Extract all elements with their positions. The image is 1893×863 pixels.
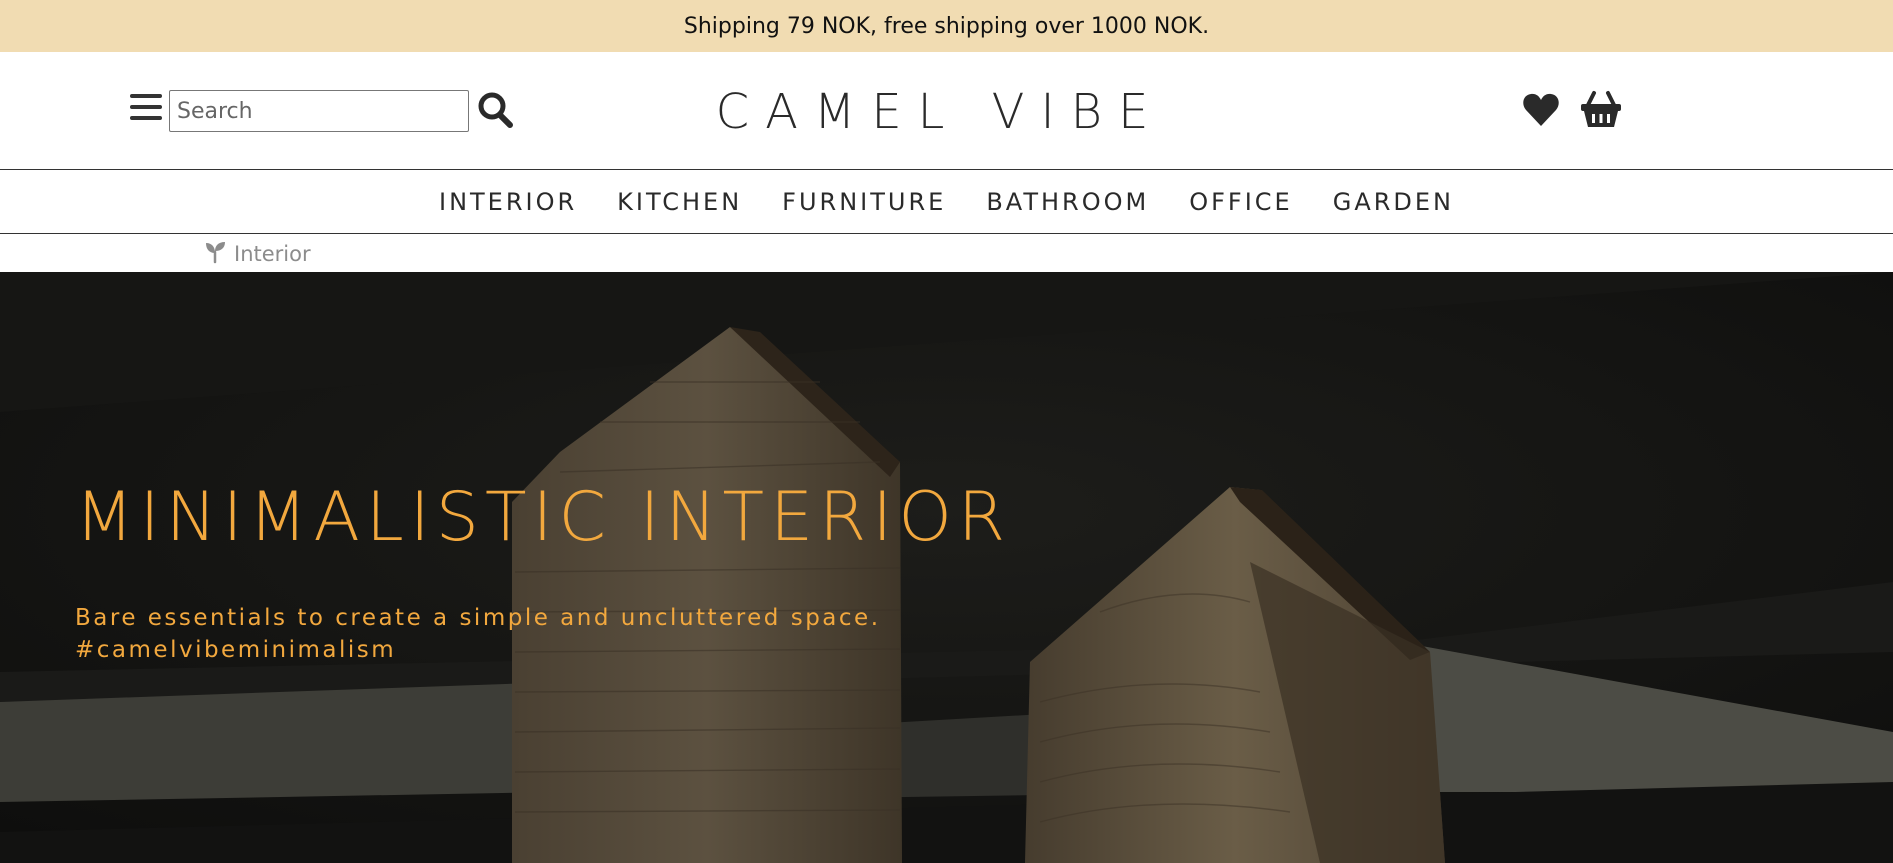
- hero-subtitle-line1: Bare essentials to create a simple and u…: [75, 605, 881, 631]
- hero-subtitle: Bare essentials to create a simple and u…: [75, 602, 881, 666]
- promo-text: Shipping 79 NOK, free shipping over 1000…: [683, 13, 1210, 39]
- search-input[interactable]: [169, 90, 469, 132]
- search-icon[interactable]: [477, 90, 515, 130]
- brand-logo[interactable]: CAMEL VIBE: [700, 82, 1180, 142]
- nav-item-furniture[interactable]: FURNITURE: [782, 188, 946, 216]
- main-nav: INTERIOR KITCHEN FURNITURE BATHROOM OFFI…: [0, 170, 1893, 234]
- nav-item-kitchen[interactable]: KITCHEN: [617, 188, 742, 216]
- heart-icon[interactable]: [1522, 92, 1560, 128]
- basket-icon[interactable]: [1580, 89, 1622, 129]
- seedling-icon: [204, 240, 228, 269]
- hero-banner: MINIMALISTIC INTERIOR Bare essentials to…: [0, 272, 1893, 863]
- breadcrumb-current[interactable]: Interior: [234, 242, 311, 266]
- hamburger-icon[interactable]: [130, 94, 162, 122]
- promo-bar: Shipping 79 NOK, free shipping over 1000…: [0, 0, 1893, 52]
- nav-item-interior[interactable]: INTERIOR: [439, 188, 577, 216]
- hero-hashtag[interactable]: #camelvibeminimalism: [75, 637, 396, 663]
- site-header: CAMEL VIBE: [0, 52, 1893, 170]
- hero-title: MINIMALISTIC INTERIOR: [75, 478, 1012, 557]
- hero-image: [0, 272, 1893, 863]
- nav-item-office[interactable]: OFFICE: [1189, 188, 1293, 216]
- nav-item-garden[interactable]: GARDEN: [1333, 188, 1454, 216]
- nav-item-bathroom[interactable]: BATHROOM: [986, 188, 1149, 216]
- breadcrumb: Interior: [204, 240, 311, 268]
